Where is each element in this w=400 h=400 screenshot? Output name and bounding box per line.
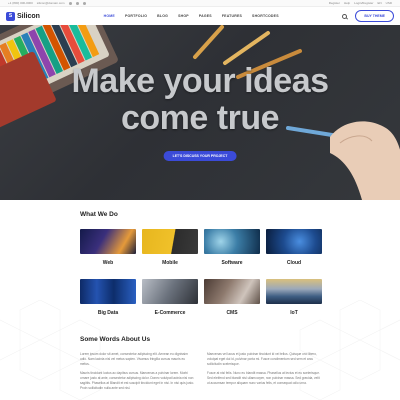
nav-blog[interactable]: BLOG xyxy=(157,14,168,18)
buy-theme-button[interactable]: BUY THEME xyxy=(355,10,394,22)
top-info-bar: +1 (800) 000-0000 silicon@domain.com Reg… xyxy=(0,0,400,7)
nav-shop[interactable]: SHOP xyxy=(178,14,189,18)
hero-title-line-1: Make your ideas xyxy=(71,62,329,100)
about-columns: Lorem ipsum dolor sit amet, consectetur … xyxy=(80,352,322,395)
about-column-right: Maecenas vel lacus et justo pulvinar tin… xyxy=(207,352,322,395)
service-label-web: Web xyxy=(102,260,114,266)
service-card-cloud[interactable]: Cloud xyxy=(266,229,322,266)
about-paragraph: Fusce at nisl felis. Nunc eu blandit mas… xyxy=(207,371,320,385)
language-select[interactable]: EN xyxy=(377,1,381,5)
currency-select[interactable]: USD xyxy=(386,1,392,5)
search-icon[interactable] xyxy=(342,13,348,19)
service-label-mobile: Mobile xyxy=(162,260,178,266)
twitter-icon[interactable] xyxy=(75,1,79,5)
service-label-ecommerce: E-Commerce xyxy=(154,310,186,316)
nav-portfolio[interactable]: PORTFOLIO xyxy=(125,14,147,18)
about-paragraph: Maecenas vel lacus et justo pulvinar tin… xyxy=(207,352,317,366)
about-title: Some Words About Us xyxy=(80,336,151,343)
logo[interactable]: S Silicon xyxy=(6,11,40,21)
header-actions: BUY THEME xyxy=(342,10,394,22)
service-label-cms: CMS xyxy=(226,310,238,316)
top-link-login[interactable]: Login/Register xyxy=(354,1,373,5)
service-card-software[interactable]: Software xyxy=(204,229,260,266)
nav-pages[interactable]: PAGES xyxy=(199,14,212,18)
service-label-software: Software xyxy=(221,260,243,266)
instagram-icon[interactable] xyxy=(82,1,86,5)
web-image xyxy=(80,229,136,254)
iot-image xyxy=(266,279,322,304)
what-we-do-title: What We Do xyxy=(80,211,118,218)
service-card-big-data[interactable]: Big Data xyxy=(80,279,136,316)
contact-info: +1 (800) 000-0000 silicon@domain.com xyxy=(8,1,86,5)
big-data-image xyxy=(80,279,136,304)
service-card-ecommerce[interactable]: E-Commerce xyxy=(142,279,198,316)
top-link-help[interactable]: Help xyxy=(344,1,350,5)
logo-text: Silicon xyxy=(17,12,40,20)
top-link-register[interactable]: Register xyxy=(329,1,340,5)
hero-banner: Make your ideas come true LET'S DISCUSS … xyxy=(0,25,400,200)
cms-image xyxy=(204,279,260,304)
about-column-left: Lorem ipsum dolor sit amet, consectetur … xyxy=(80,352,195,395)
about-paragraph: Mauris tincidunt luctus ac dapibus cursu… xyxy=(80,371,195,390)
nav-shortcodes[interactable]: SHORTCODES xyxy=(252,14,279,18)
service-card-web[interactable]: Web xyxy=(80,229,136,266)
software-image xyxy=(204,229,260,254)
service-card-iot[interactable]: IoT xyxy=(266,279,322,316)
about-paragraph: Lorem ipsum dolor sit amet, consectetur … xyxy=(80,352,188,366)
phone-text: +1 (800) 000-0000 xyxy=(8,1,33,5)
site-header: S Silicon HOME PORTFOLIO BLOG SHOP PAGES… xyxy=(0,7,400,25)
account-links: Register Help Login/Register EN USD xyxy=(329,1,392,5)
services-grid: Web Mobile Software Cloud Big Data E-Com… xyxy=(80,229,322,316)
page: +1 (800) 000-0000 silicon@domain.com Reg… xyxy=(0,0,400,400)
hero-title-line-2: come true xyxy=(121,99,280,137)
mobile-image xyxy=(142,229,198,254)
service-label-iot: IoT xyxy=(290,310,298,316)
facebook-icon[interactable] xyxy=(68,1,72,5)
service-card-cms[interactable]: CMS xyxy=(204,279,260,316)
logo-mark-icon: S xyxy=(6,11,15,21)
cloud-image xyxy=(266,229,322,254)
discuss-project-button[interactable]: LET'S DISCUSS YOUR PROJECT xyxy=(163,151,237,161)
service-label-cloud: Cloud xyxy=(286,260,302,266)
service-label-big-data: Big Data xyxy=(97,310,119,316)
ecommerce-image xyxy=(142,279,198,304)
main-nav: HOME PORTFOLIO BLOG SHOP PAGES FEATURES … xyxy=(104,14,279,18)
nav-features[interactable]: FEATURES xyxy=(222,14,242,18)
nav-home[interactable]: HOME xyxy=(104,14,115,18)
hero-title: Make your ideas come true xyxy=(0,63,400,137)
service-card-mobile[interactable]: Mobile xyxy=(142,229,198,266)
email-link[interactable]: silicon@domain.com xyxy=(37,1,65,5)
